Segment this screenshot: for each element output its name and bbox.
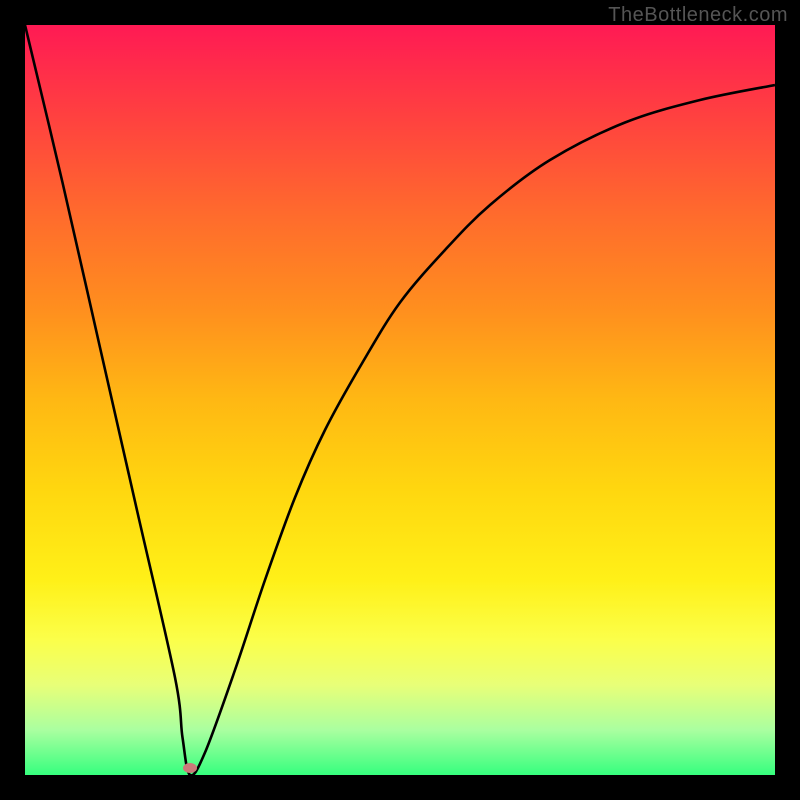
plot-outer-border (25, 25, 775, 775)
chart-frame: TheBottleneck.com (0, 0, 800, 800)
watermark-text: TheBottleneck.com (608, 4, 788, 27)
curve-layer (25, 25, 775, 775)
bottleneck-curve (25, 25, 775, 775)
curve-minimum-marker (183, 763, 197, 773)
